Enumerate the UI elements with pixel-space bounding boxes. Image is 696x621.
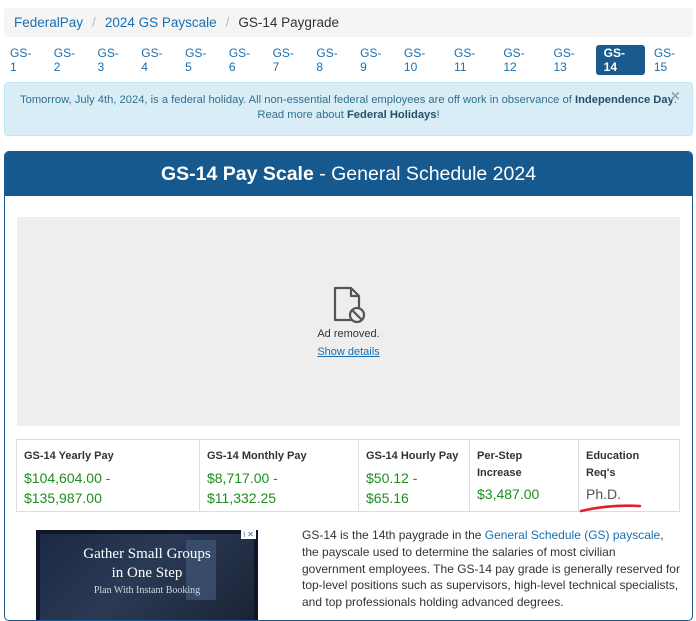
alert-line-2: Read more about Federal Holidays!: [5, 108, 692, 123]
ad-removed-text: Ad removed.: [317, 327, 380, 340]
ad-banner[interactable]: Gather Small Groups in One Step Plan Wit…: [36, 530, 258, 620]
document-blocked-icon: [333, 286, 365, 323]
stat-value: $50.12 - $65.16: [366, 470, 418, 506]
stat-yearly-pay: GS-14 Yearly Pay $104,604.00 - $135,987.0…: [17, 440, 200, 511]
stat-value: Ph.D.: [586, 486, 622, 502]
breadcrumb-current: GS-14 Paygrade: [238, 15, 339, 30]
alert-text: Read more about: [257, 109, 347, 121]
tab-gs-2[interactable]: GS-2: [46, 45, 89, 75]
breadcrumb-link-federalpay[interactable]: FederalPay: [14, 15, 83, 30]
alert-text: Tomorrow, July 4th, 2024, is a federal h…: [20, 94, 575, 106]
ad-banner-line-2: in One Step: [111, 565, 183, 581]
stat-hourly-pay: GS-14 Hourly Pay $50.12 - $65.16: [359, 440, 470, 511]
general-schedule-link[interactable]: General Schedule (GS) payscale: [485, 528, 660, 542]
tab-gs-4[interactable]: GS-4: [133, 45, 176, 75]
stat-value: $104,604.00 - $135,987.00: [24, 470, 111, 506]
stat-label: GS-14 Yearly Pay: [24, 450, 114, 462]
panel-title-bold: GS-14 Pay Scale: [160, 162, 314, 185]
breadcrumb: FederalPay / 2024 GS Payscale / GS-14 Pa…: [4, 8, 693, 37]
alert-line-1: Tomorrow, July 4th, 2024, is a federal h…: [5, 93, 692, 108]
stat-label: GS-14 Monthly Pay: [207, 450, 307, 462]
tab-gs-10[interactable]: GS-10: [396, 45, 445, 75]
close-icon[interactable]: ×: [671, 89, 680, 105]
pay-stats-table: GS-14 Yearly Pay $104,604.00 - $135,987.0…: [16, 439, 680, 512]
ad-banner-line-1: Gather Small Groups: [83, 546, 211, 562]
ad-removed-box: Ad removed. Show details: [17, 217, 680, 426]
description-text: GS-14 is the 14th paygrade in the: [302, 528, 485, 542]
tab-gs-15[interactable]: GS-15: [646, 45, 695, 75]
stat-value: $3,487.00: [477, 486, 540, 502]
stat-monthly-pay: GS-14 Monthly Pay $8,717.00 - $11,332.25: [200, 440, 359, 511]
breadcrumb-link-payscale[interactable]: 2024 GS Payscale: [105, 15, 217, 30]
tab-gs-11[interactable]: GS-11: [446, 45, 494, 75]
red-underline-annotation: [579, 504, 642, 513]
show-details-link[interactable]: Show details: [317, 346, 379, 358]
tab-gs-5[interactable]: GS-5: [177, 45, 220, 75]
panel-title-rest: - General Schedule 2024: [313, 162, 537, 185]
stat-value: $8,717.00 - $11,332.25: [207, 470, 278, 506]
holiday-alert: × Tomorrow, July 4th, 2024, is a federal…: [4, 82, 693, 136]
ad-banner-line-3: Plan With Instant Booking: [93, 585, 201, 596]
tab-gs-9[interactable]: GS-9: [352, 45, 395, 75]
tab-gs-6[interactable]: GS-6: [221, 45, 264, 75]
tab-gs-13[interactable]: GS-13: [546, 45, 595, 75]
stat-label: GS-14 Hourly Pay: [366, 450, 459, 462]
ad-choices-icon[interactable]: i ✕: [241, 530, 256, 539]
stat-per-step-increase: Per-Step Increase $3,487.00: [470, 440, 579, 511]
tab-gs-1[interactable]: GS-1: [0, 45, 45, 75]
stat-label: Education Req's: [586, 450, 640, 479]
alert-text: !: [436, 109, 440, 121]
alert-link-federal-holidays[interactable]: Federal Holidays: [347, 109, 437, 121]
stat-label: Per-Step Increase: [477, 450, 523, 479]
grade-tabs: GS-1 GS-2 GS-3 GS-4 GS-5 GS-6 GS-7 GS-8 …: [0, 45, 696, 75]
tab-gs-7[interactable]: GS-7: [265, 45, 308, 75]
breadcrumb-separator: /: [92, 15, 96, 30]
tab-gs-3[interactable]: GS-3: [90, 45, 133, 75]
grade-description: GS-14 is the 14th paygrade in the Genera…: [302, 527, 680, 611]
tab-gs-12[interactable]: GS-12: [495, 45, 544, 75]
tab-gs-8[interactable]: GS-8: [308, 45, 351, 75]
panel-title: GS-14 Pay Scale - General Schedule 2024: [5, 152, 692, 196]
stat-education-req: Education Req's Ph.D.: [579, 440, 679, 511]
tab-gs-14[interactable]: GS-14: [595, 45, 645, 75]
alert-link-independence-day[interactable]: Independence Day: [575, 94, 674, 106]
breadcrumb-separator: /: [225, 15, 230, 30]
